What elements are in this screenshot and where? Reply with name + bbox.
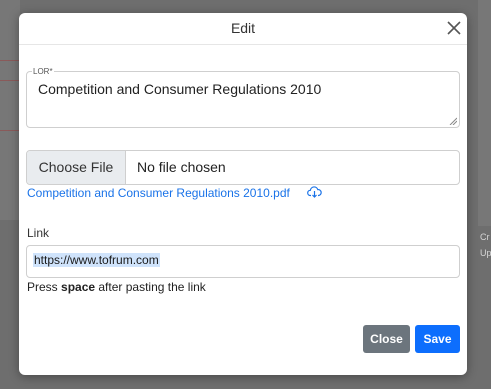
background-left-panel [0,0,20,220]
background-divider [0,130,20,131]
background-text: Up [480,248,491,258]
link-hint: Press space after pasting the link [27,280,206,294]
resize-grip-icon[interactable] [449,117,457,125]
background-text: Cr [480,232,490,242]
hint-prefix: Press [27,280,62,294]
modal-header: Edit [19,13,467,45]
hint-suffix: after pasting the link [95,280,206,294]
hint-key: space [61,280,96,294]
file-status: No file chosen [137,159,226,175]
lor-label: LOR* [32,67,54,76]
file-input[interactable]: Choose File No file chosen [26,150,460,185]
close-button[interactable]: Close [363,325,410,353]
background-divider [0,60,20,61]
lor-value: Competition and Consumer Regulations 201… [38,81,322,97]
cloud-download-icon[interactable] [307,185,322,199]
save-button[interactable]: Save [415,325,460,353]
edit-modal: Edit LOR* Competition and Consumer Regul… [19,13,467,375]
link-label: Link [27,226,50,240]
background-divider [0,80,20,81]
close-icon[interactable] [445,19,463,37]
lor-textarea[interactable] [26,71,460,128]
modal-title: Edit [230,20,256,36]
link-value: https://www.tofrum.com [33,253,160,267]
choose-file-button[interactable]: Choose File [27,151,126,184]
background-right-panel [478,0,491,226]
existing-file-link[interactable]: Competition and Consumer Regulations 201… [27,186,290,200]
